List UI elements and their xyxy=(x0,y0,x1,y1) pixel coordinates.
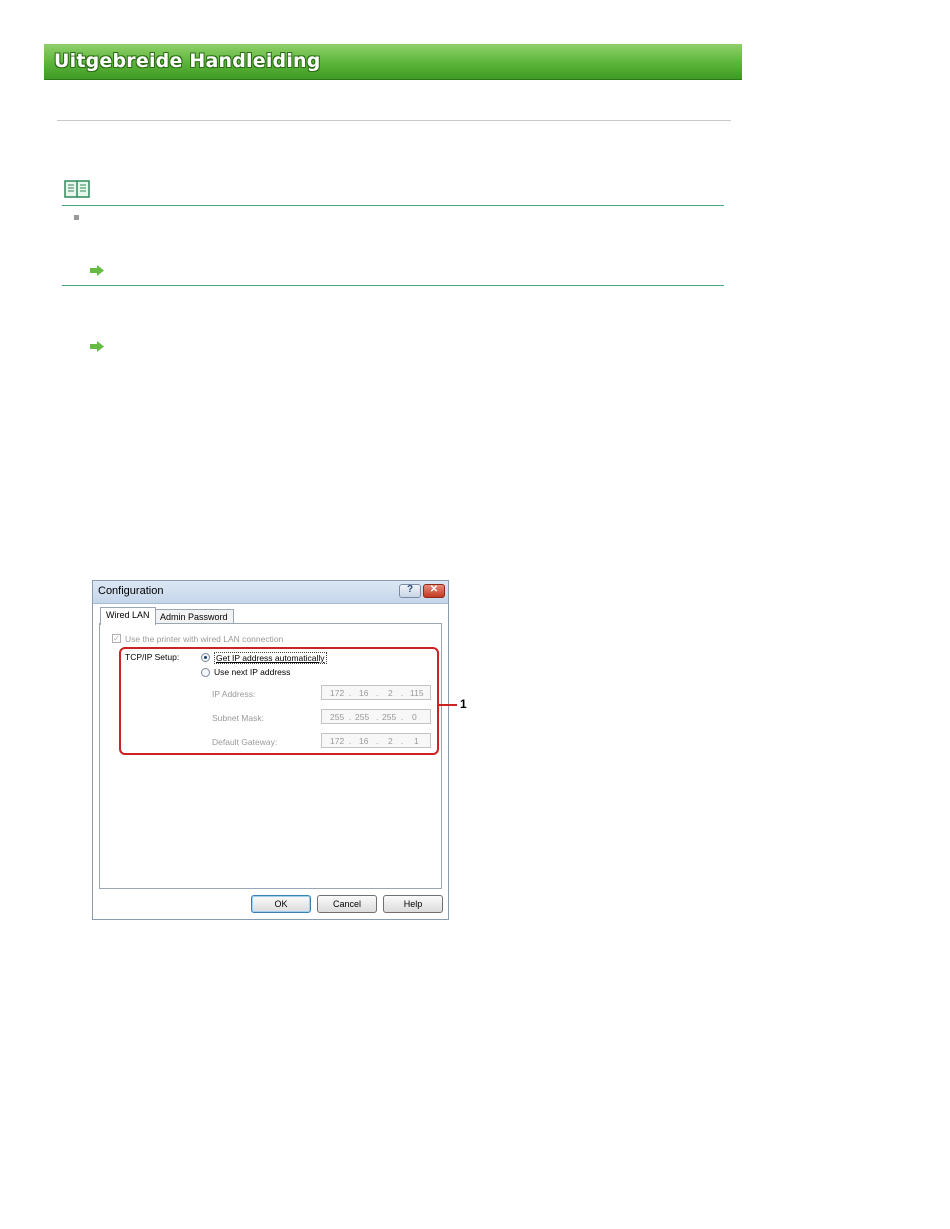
cancel-button[interactable]: Cancel xyxy=(317,895,377,913)
dialog-title: Configuration xyxy=(98,585,164,597)
help-button[interactable]: ? xyxy=(399,584,421,598)
ok-button[interactable]: OK xyxy=(251,895,311,913)
close-icon: ✕ xyxy=(429,584,439,595)
note-book-icon xyxy=(64,180,90,198)
arrow-right-icon[interactable] xyxy=(90,265,104,276)
help-dialog-button[interactable]: Help xyxy=(383,895,443,913)
tab-admin-password[interactable]: Admin Password xyxy=(154,609,234,624)
arrow-right-icon[interactable] xyxy=(90,341,104,352)
page-title: Uitgebreide Handleiding xyxy=(54,50,321,72)
header-bar: Uitgebreide Handleiding xyxy=(44,44,742,80)
question-icon: ? xyxy=(406,584,414,595)
note-divider-top xyxy=(62,205,724,206)
use-wired-lan-checkbox[interactable]: ✓ xyxy=(112,634,121,643)
bullet-icon xyxy=(74,215,79,220)
tcpip-highlight-frame xyxy=(119,647,439,755)
tab-wired-lan[interactable]: Wired LAN xyxy=(100,607,156,625)
divider xyxy=(57,120,731,121)
configuration-dialog: Configuration ? ✕ Wired LAN Admin Passwo… xyxy=(92,580,449,920)
dialog-titlebar[interactable]: Configuration ? ✕ xyxy=(93,581,448,604)
note-divider-bottom xyxy=(62,285,724,286)
callout-number: 1 xyxy=(460,697,467,711)
close-button[interactable]: ✕ xyxy=(423,584,445,598)
callout-line xyxy=(438,704,457,706)
use-wired-lan-label: Use the printer with wired LAN connectio… xyxy=(125,634,284,644)
